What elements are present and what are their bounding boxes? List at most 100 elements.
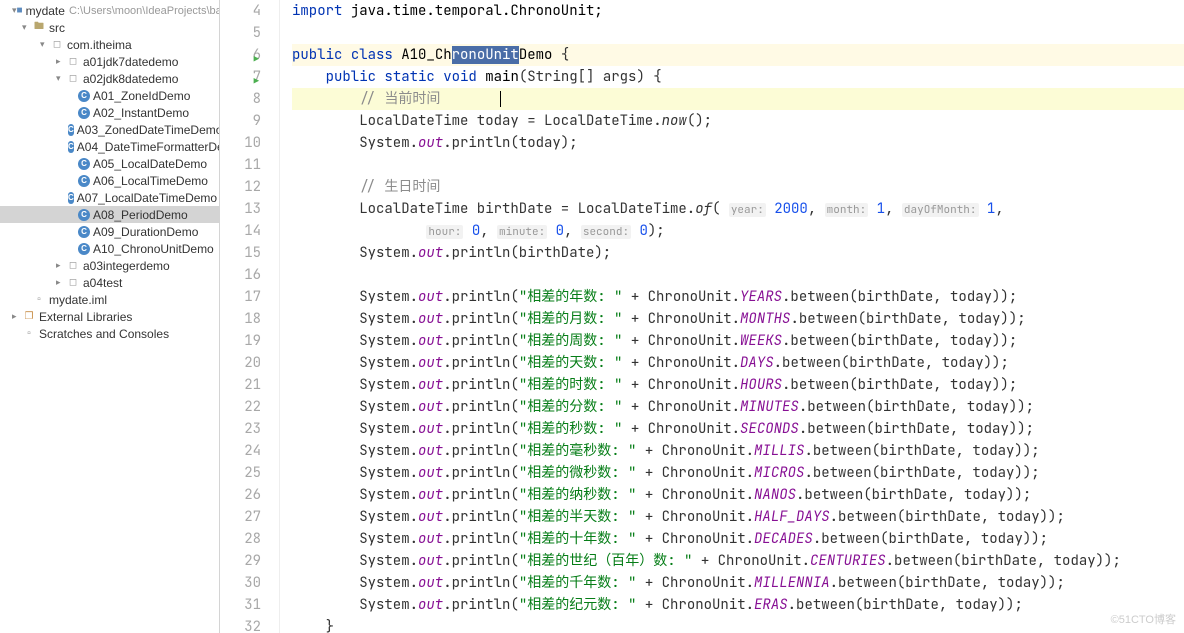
code-line[interactable]: } [292, 616, 1184, 633]
tree-label: A05_LocalDateDemo [93, 157, 207, 171]
tree-item-a02jdk8datedemo[interactable]: ▾◻a02jdk8datedemo [0, 70, 219, 87]
line-number: 26 [220, 484, 261, 506]
tree-label: A04_DateTimeFormatterDemo [77, 140, 220, 154]
tree-item-A02_InstantDemo[interactable]: CA02_InstantDemo [0, 104, 219, 121]
expand-icon[interactable]: ▸ [56, 56, 66, 67]
code-line[interactable]: System.out.println("相差的年数: " + ChronoUni… [292, 286, 1184, 308]
tree-item-A09_DurationDemo[interactable]: CA09_DurationDemo [0, 223, 219, 240]
code-line[interactable]: System.out.println("相差的周数: " + ChronoUni… [292, 330, 1184, 352]
code-line[interactable]: System.out.println("相差的微秒数: " + ChronoUn… [292, 462, 1184, 484]
tree-label: mydate [26, 4, 65, 18]
code-line[interactable]: System.out.println("相差的十年数: " + ChronoUn… [292, 528, 1184, 550]
tree-item-Scratches and Consoles[interactable]: ▫Scratches and Consoles [0, 325, 219, 342]
tree-item-A05_LocalDateDemo[interactable]: CA05_LocalDateDemo [0, 155, 219, 172]
tree-item-A04_DateTimeFormatterDemo[interactable]: CA04_DateTimeFormatterDemo [0, 138, 219, 155]
tree-label: A09_DurationDemo [93, 225, 198, 239]
tree-item-A07_LocalDateTimeDemo[interactable]: CA07_LocalDateTimeDemo [0, 189, 219, 206]
line-number: 27 [220, 506, 261, 528]
line-number: 8 [220, 88, 261, 110]
watermark: ©51CTO博客 [1111, 611, 1176, 627]
code-line[interactable]: LocalDateTime today = LocalDateTime.now(… [292, 110, 1184, 132]
code-line[interactable]: System.out.println(birthDate); [292, 242, 1184, 264]
tree-item-A01_ZoneIdDemo[interactable]: CA01_ZoneIdDemo [0, 87, 219, 104]
expand-icon[interactable]: ▸ [12, 311, 22, 322]
code-line[interactable]: import java.time.temporal.ChronoUnit; [292, 0, 1184, 22]
code-line[interactable]: System.out.println("相差的毫秒数: " + ChronoUn… [292, 440, 1184, 462]
expand-icon[interactable]: ▾ [40, 39, 50, 50]
project-tree[interactable]: ▾■mydateC:\Users\moon\IdeaProjects\basic… [0, 0, 220, 633]
expand-icon[interactable]: ▾ [22, 22, 32, 33]
line-number: 28 [220, 528, 261, 550]
code-line[interactable]: System.out.println("相差的秒数: " + ChronoUni… [292, 418, 1184, 440]
class-icon: C [68, 192, 74, 204]
tree-label: a02jdk8datedemo [83, 72, 178, 86]
expand-icon[interactable]: ▸ [56, 277, 66, 288]
line-number: 19 [220, 330, 261, 352]
tree-label: A06_LocalTimeDemo [93, 174, 208, 188]
pkg-icon: ◻ [66, 276, 80, 290]
path-hint: C:\Users\moon\IdeaProjects\basic-cod [69, 5, 220, 17]
code-line[interactable]: System.out.println("相差的时数: " + ChronoUni… [292, 374, 1184, 396]
tree-item-A06_LocalTimeDemo[interactable]: CA06_LocalTimeDemo [0, 172, 219, 189]
line-number: 20 [220, 352, 261, 374]
line-number: 11 [220, 154, 261, 176]
tree-item-a01jdk7datedemo[interactable]: ▸◻a01jdk7datedemo [0, 53, 219, 70]
code-line[interactable] [292, 264, 1184, 286]
line-number: 12 [220, 176, 261, 198]
code-line[interactable]: System.out.println(today); [292, 132, 1184, 154]
tree-label: A02_InstantDemo [93, 106, 189, 120]
file-icon: ▫ [32, 293, 46, 307]
code-line[interactable]: LocalDateTime birthDate = LocalDateTime.… [292, 198, 1184, 220]
code-area[interactable]: import java.time.temporal.ChronoUnit; pub… [280, 0, 1184, 633]
tree-item-mydate.iml[interactable]: ▫mydate.iml [0, 291, 219, 308]
code-line[interactable]: System.out.println("相差的半天数: " + ChronoUn… [292, 506, 1184, 528]
class-icon: C [78, 209, 90, 221]
line-number: 22 [220, 396, 261, 418]
tree-item-a03integerdemo[interactable]: ▸◻a03integerdemo [0, 257, 219, 274]
class-declaration[interactable]: public class A10_ChronoUnitDemo { [292, 44, 1184, 66]
code-line[interactable]: System.out.println("相差的纳秒数: " + ChronoUn… [292, 484, 1184, 506]
line-number: 17 [220, 286, 261, 308]
code-line[interactable]: System.out.println("相差的分数: " + ChronoUni… [292, 396, 1184, 418]
tree-label: A01_ZoneIdDemo [93, 89, 190, 103]
line-number: 21 [220, 374, 261, 396]
tree-item-External Libraries[interactable]: ▸❐External Libraries [0, 308, 219, 325]
code-line[interactable]: // 生日时间 [292, 176, 1184, 198]
line-number: 24 [220, 440, 261, 462]
tree-item-a04test[interactable]: ▸◻a04test [0, 274, 219, 291]
lib-icon: ❐ [22, 310, 36, 324]
line-number: 31 [220, 594, 261, 616]
code-line[interactable]: System.out.println("相差的月数: " + ChronoUni… [292, 308, 1184, 330]
line-number: 13 [220, 198, 261, 220]
code-line[interactable]: System.out.println("相差的纪元数: " + ChronoUn… [292, 594, 1184, 616]
code-editor[interactable]: 456▶7▶8910111213141516171819202122232425… [220, 0, 1184, 633]
line-number: 23 [220, 418, 261, 440]
code-line[interactable]: public static void main(String[] args) { [292, 66, 1184, 88]
line-number: 10 [220, 132, 261, 154]
expand-icon[interactable]: ▾ [56, 73, 66, 84]
tree-item-mydate[interactable]: ▾■mydateC:\Users\moon\IdeaProjects\basic… [0, 2, 219, 19]
line-number: 29 [220, 550, 261, 572]
code-line[interactable] [292, 154, 1184, 176]
tree-item-src[interactable]: ▾🖿src [0, 19, 219, 36]
code-line[interactable] [292, 22, 1184, 44]
code-line[interactable]: System.out.println("相差的天数: " + ChronoUni… [292, 352, 1184, 374]
expand-icon[interactable]: ▸ [56, 260, 66, 271]
line-number: 18 [220, 308, 261, 330]
tree-label: a04test [83, 276, 122, 290]
code-line[interactable]: // 当前时间 [292, 88, 1184, 110]
tree-item-A08_PeriodDemo[interactable]: CA08_PeriodDemo [0, 206, 219, 223]
code-line[interactable]: System.out.println("相差的世纪（百年）数: " + Chro… [292, 550, 1184, 572]
code-line[interactable]: hour: 0, minute: 0, second: 0); [292, 220, 1184, 242]
tree-label: External Libraries [39, 310, 132, 324]
tree-label: A10_ChronoUnitDemo [93, 242, 214, 256]
tree-item-A10_ChronoUnitDemo[interactable]: CA10_ChronoUnitDemo [0, 240, 219, 257]
line-number: 9 [220, 110, 261, 132]
class-icon: C [78, 158, 90, 170]
folder-icon: 🖿 [32, 21, 46, 35]
line-number: 7▶ [220, 66, 261, 88]
line-number: 25 [220, 462, 261, 484]
tree-item-A03_ZonedDateTimeDemo[interactable]: CA03_ZonedDateTimeDemo [0, 121, 219, 138]
code-line[interactable]: System.out.println("相差的千年数: " + ChronoUn… [292, 572, 1184, 594]
tree-item-com.itheima[interactable]: ▾◻com.itheima [0, 36, 219, 53]
